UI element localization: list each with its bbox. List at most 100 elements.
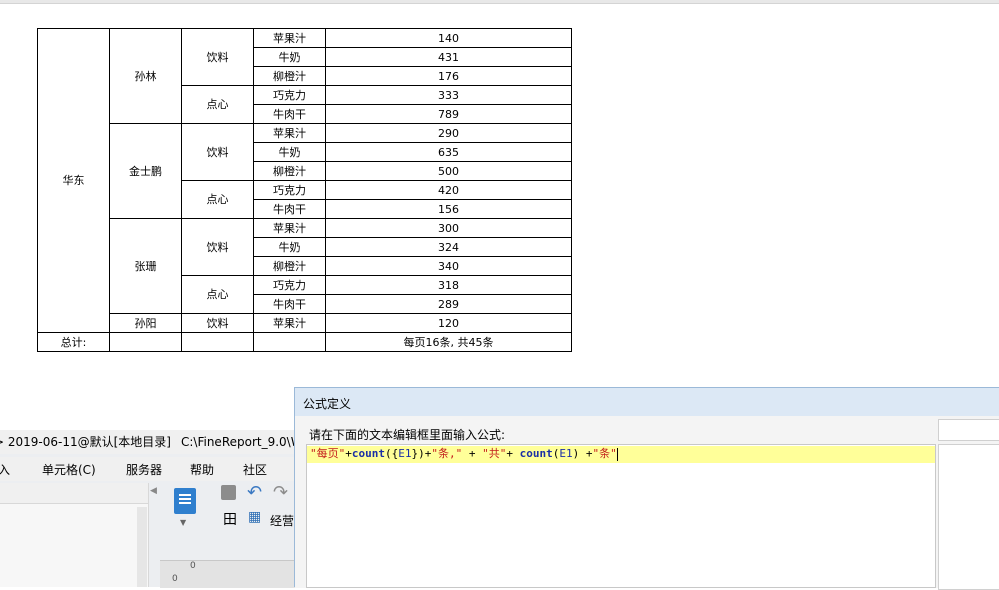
product-cell: 柳橙汁 xyxy=(253,161,326,181)
designer-title-path: C:\FineReport_9.0\W xyxy=(181,435,300,449)
formula-prompt: 请在下面的文本编辑框里面输入公式: xyxy=(309,428,506,442)
table-row: 金士鹏 饮料 苹果汁 290 xyxy=(38,123,572,219)
formula-text[interactable]: "每页"+count({E1})+"条," + "共"+ count(E1) +… xyxy=(310,446,618,462)
function-list-panel[interactable] xyxy=(938,444,999,590)
formula-token: "条" xyxy=(592,447,617,460)
toolbar-label: 经营 xyxy=(270,514,295,528)
menu-item-insert[interactable]: 入 xyxy=(0,461,10,478)
formula-token: E1 xyxy=(559,447,573,460)
product-cell: 柳橙汁 xyxy=(253,256,326,276)
formula-token: "每页" xyxy=(310,447,346,460)
amount-cell: 290 xyxy=(325,123,572,143)
formula-token: + xyxy=(345,447,352,460)
formula-editor[interactable]: "每页"+count({E1})+"条," + "共"+ count(E1) +… xyxy=(306,444,936,588)
region-cell: 华东 xyxy=(37,28,110,333)
product-cell: 巧克力 xyxy=(253,180,326,200)
text-caret xyxy=(616,447,618,461)
amount-cell: 318 xyxy=(325,275,572,295)
formula-token: + xyxy=(506,447,520,460)
total-value-cell: 每页16条, 共45条 xyxy=(325,332,572,352)
dialog-title-bar[interactable]: 公式定义 xyxy=(295,388,999,416)
formula-token: + xyxy=(462,447,483,460)
dialog-body: 请在下面的文本编辑框里面输入公式: "每页"+count({E1})+"条," … xyxy=(295,416,999,590)
designer-title-bar: > 2019-06-11@默认[本地目录] C:\FineReport_9.0\… xyxy=(0,430,300,454)
designer-menu-bar: 入 单元格(C) 服务器 帮助 社区 xyxy=(0,457,300,481)
template-icon[interactable] xyxy=(174,488,196,514)
table-row: 孙阳 饮料 苹果汁 120 xyxy=(38,313,572,333)
product-cell: 苹果汁 xyxy=(253,218,326,238)
total-label-cell: 总计: xyxy=(37,332,110,352)
product-cell: 苹果汁 xyxy=(253,313,326,333)
amount-cell: 340 xyxy=(325,256,572,276)
amount-cell: 176 xyxy=(325,66,572,86)
category-cell: 饮料 xyxy=(181,123,254,181)
product-cell: 牛奶 xyxy=(253,237,326,257)
formula-token: ({ xyxy=(385,447,399,460)
formula-token: })+ xyxy=(411,447,432,460)
product-cell: 柳橙汁 xyxy=(253,66,326,86)
designer-ruler: 0 0 xyxy=(160,560,300,588)
left-panel-scrollbar[interactable] xyxy=(137,507,147,587)
empty-cell xyxy=(181,332,254,352)
category-cell: 饮料 xyxy=(181,28,254,86)
border-grid-icon[interactable]: ▦ xyxy=(248,509,261,525)
amount-cell: 289 xyxy=(325,294,572,314)
salesperson-cell: 孙阳 xyxy=(109,313,182,333)
table-row: 华东 孙林 饮料 苹果汁 140 xyxy=(37,28,572,333)
formula-token: "共" xyxy=(482,447,507,460)
designer-left-panel xyxy=(0,483,149,587)
save-icon[interactable] xyxy=(221,485,236,500)
salesperson-cell: 金士鹏 xyxy=(109,123,182,219)
formula-token: "条," xyxy=(431,447,463,460)
designer-title-text: > 2019-06-11@默认[本地目录] xyxy=(0,435,171,449)
undo-icon[interactable]: ↶ xyxy=(247,482,262,503)
amount-cell: 420 xyxy=(325,180,572,200)
empty-cell xyxy=(109,332,182,352)
menu-item-cell[interactable]: 单元格(C) xyxy=(42,461,96,478)
menu-item-server[interactable]: 服务器 xyxy=(126,461,162,478)
salesperson-cell: 张珊 xyxy=(109,218,182,314)
ruler-left-mark: 0 xyxy=(172,574,178,584)
product-cell: 巧克力 xyxy=(253,275,326,295)
category-cell: 点心 xyxy=(181,85,254,124)
product-cell: 牛肉干 xyxy=(253,294,326,314)
ruler-mark: 0 xyxy=(190,561,196,571)
amount-cell: 635 xyxy=(325,142,572,162)
product-cell: 牛奶 xyxy=(253,142,326,162)
amount-cell: 300 xyxy=(325,218,572,238)
product-cell: 苹果汁 xyxy=(253,28,326,48)
category-cell: 点心 xyxy=(181,180,254,219)
amount-cell: 156 xyxy=(325,199,572,219)
menu-item-help[interactable]: 帮助 xyxy=(190,461,214,478)
formula-dialog: 公式定义 请在下面的文本编辑框里面输入公式: "每页"+count({E1})+… xyxy=(294,387,999,590)
salesperson-cell: 孙林 xyxy=(109,28,182,124)
amount-cell: 431 xyxy=(325,47,572,67)
report-table: 华东 孙林 饮料 苹果汁 140 牛奶 431 柳橙汁 176 点心 巧克力 333 牛肉干 789 金士鹏… xyxy=(37,28,572,352)
formula-token: E1 xyxy=(398,447,412,460)
menu-item-community[interactable]: 社区 xyxy=(243,461,267,478)
amount-cell: 120 xyxy=(325,313,572,333)
total-row: 总计: 每页16条, 共45条 xyxy=(37,332,572,352)
category-cell: 饮料 xyxy=(181,313,254,333)
category-cell: 点心 xyxy=(181,275,254,314)
amount-cell: 333 xyxy=(325,85,572,105)
dialog-title: 公式定义 xyxy=(303,397,352,411)
amount-cell: 140 xyxy=(325,28,572,48)
empty-cell xyxy=(253,332,326,352)
product-cell: 牛奶 xyxy=(253,47,326,67)
collapse-left-icon[interactable]: ◀ xyxy=(150,486,157,496)
category-cell: 饮料 xyxy=(181,218,254,276)
function-search-field[interactable] xyxy=(938,419,999,441)
amount-cell: 324 xyxy=(325,237,572,257)
top-window-edge xyxy=(0,0,999,4)
redo-icon[interactable]: ↷ xyxy=(273,482,288,503)
grid-icon[interactable]: 田 xyxy=(223,509,237,529)
table-row: 张珊 饮料 苹果汁 300 xyxy=(38,218,572,314)
formula-token: count xyxy=(351,447,385,460)
left-panel-header xyxy=(0,483,148,504)
amount-cell: 500 xyxy=(325,161,572,181)
amount-cell: 789 xyxy=(325,104,572,124)
product-cell: 苹果汁 xyxy=(253,123,326,143)
template-dropdown-icon[interactable]: ▼ xyxy=(180,518,186,527)
product-cell: 牛肉干 xyxy=(253,199,326,219)
